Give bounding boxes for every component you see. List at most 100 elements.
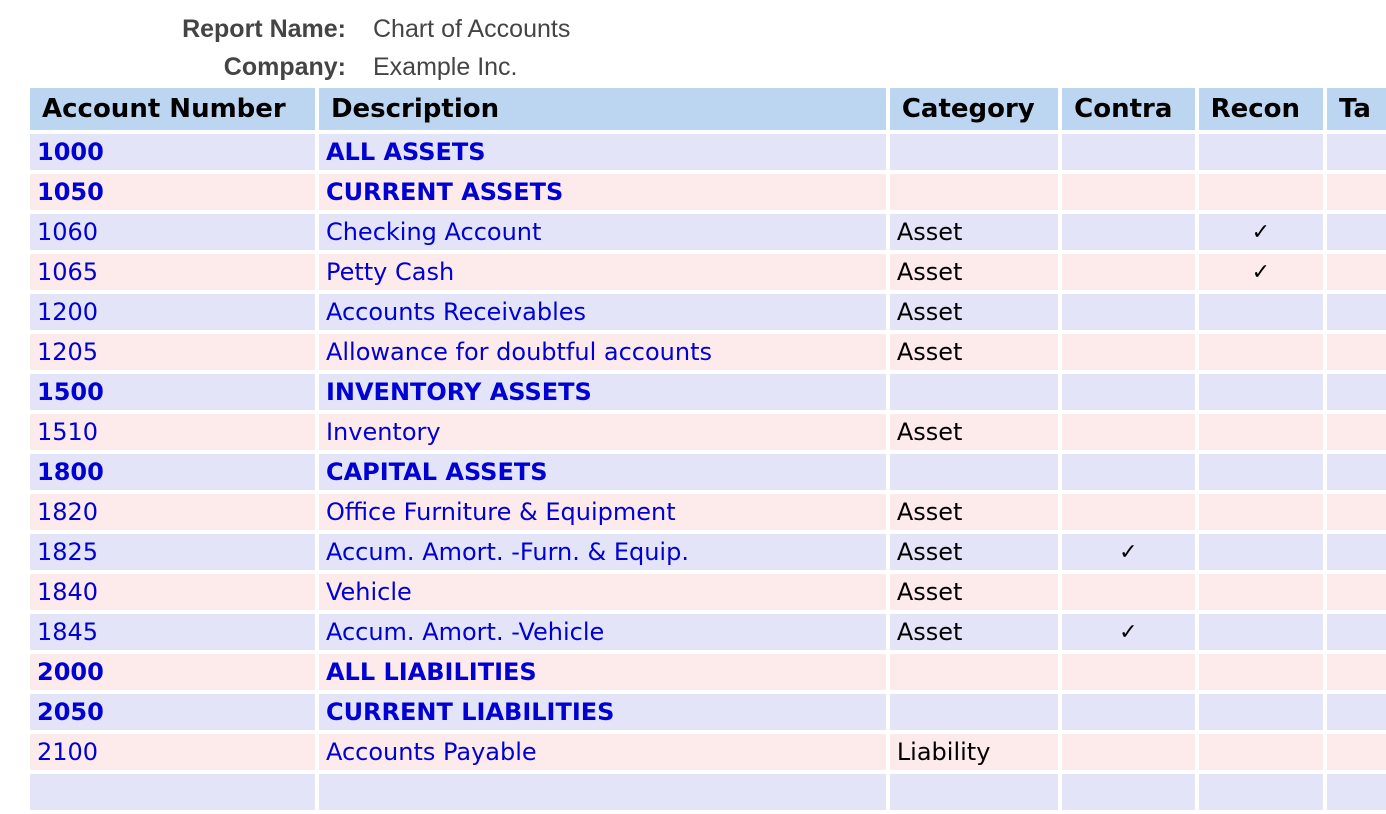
company-value: Example Inc. — [373, 52, 518, 81]
account-number-link[interactable]: 1820 — [30, 494, 315, 530]
account-number-link[interactable]: 1000 — [30, 134, 315, 170]
account-number-link[interactable]: 1510 — [30, 414, 315, 450]
table-row: 2050 CURRENT LIABILITIES — [30, 694, 1386, 730]
account-description-link[interactable]: Accounts Receivables — [318, 294, 886, 330]
account-description-link[interactable]: Office Furniture & Equipment — [318, 494, 886, 530]
tax-cell — [1327, 734, 1386, 770]
account-description-link[interactable]: Petty Cash — [318, 254, 886, 290]
tax-cell — [1327, 134, 1386, 170]
column-header-recon[interactable]: Recon — [1198, 88, 1323, 130]
account-number-link[interactable]: 1050 — [30, 174, 315, 210]
category-cell: Asset — [889, 494, 1059, 530]
tax-cell — [1327, 294, 1386, 330]
contra-cell — [1062, 774, 1195, 810]
category-cell: Asset — [889, 334, 1059, 370]
table-row: 1205 Allowance for doubtful accounts Asset — [30, 334, 1386, 370]
account-description-link[interactable] — [318, 774, 886, 810]
account-number-link[interactable]: 1845 — [30, 614, 315, 650]
category-cell — [889, 694, 1059, 730]
table-row: 1050 CURRENT ASSETS — [30, 174, 1386, 210]
category-cell — [889, 454, 1059, 490]
table-row: 1065 Petty Cash Asset ✓ — [30, 254, 1386, 290]
table-row: 1820 Office Furniture & Equipment Asset — [30, 494, 1386, 530]
account-number-link[interactable]: 1065 — [30, 254, 315, 290]
account-description-link[interactable]: ALL ASSETS — [318, 134, 886, 170]
contra-cell — [1062, 214, 1195, 250]
account-number-link[interactable]: 2050 — [30, 694, 315, 730]
account-description-link[interactable]: CURRENT ASSETS — [318, 174, 886, 210]
tax-cell — [1327, 614, 1386, 650]
category-cell: Asset — [889, 614, 1059, 650]
tax-cell — [1327, 494, 1386, 530]
recon-cell — [1198, 134, 1323, 170]
account-description-link[interactable]: ALL LIABILITIES — [318, 654, 886, 690]
contra-cell — [1062, 134, 1195, 170]
column-header-account-number[interactable]: Account Number — [30, 88, 315, 130]
account-description-link[interactable]: Accum. Amort. -Vehicle — [318, 614, 886, 650]
account-description-link[interactable]: CURRENT LIABILITIES — [318, 694, 886, 730]
category-cell — [889, 374, 1059, 410]
recon-cell — [1198, 774, 1323, 810]
recon-cell — [1198, 494, 1323, 530]
category-cell — [889, 774, 1059, 810]
account-number-link[interactable]: 1840 — [30, 574, 315, 610]
account-number-link[interactable]: 1200 — [30, 294, 315, 330]
recon-cell — [1198, 334, 1323, 370]
column-header-contra[interactable]: Contra — [1062, 88, 1195, 130]
recon-cell — [1198, 414, 1323, 450]
contra-cell — [1062, 654, 1195, 690]
report-name-value: Chart of Accounts — [373, 14, 571, 43]
category-cell: Asset — [889, 534, 1059, 570]
account-number-link[interactable]: 1800 — [30, 454, 315, 490]
contra-cell — [1062, 734, 1195, 770]
account-number-link[interactable]: 1825 — [30, 534, 315, 570]
report-header: Report Name: Chart of Accounts Company: … — [0, 10, 700, 86]
table-row: 1000 ALL ASSETS — [30, 134, 1386, 170]
category-cell — [889, 134, 1059, 170]
account-number-link[interactable] — [30, 774, 315, 810]
account-number-link[interactable]: 1500 — [30, 374, 315, 410]
account-description-link[interactable]: INVENTORY ASSETS — [318, 374, 886, 410]
category-cell: Asset — [889, 414, 1059, 450]
table-row: 1800 CAPITAL ASSETS — [30, 454, 1386, 490]
table-row: 1510 Inventory Asset — [30, 414, 1386, 450]
contra-cell — [1062, 294, 1195, 330]
account-description-link[interactable]: Vehicle — [318, 574, 886, 610]
account-description-link[interactable]: Allowance for doubtful accounts — [318, 334, 886, 370]
contra-cell — [1062, 574, 1195, 610]
account-description-link[interactable]: Accum. Amort. -Furn. & Equip. — [318, 534, 886, 570]
account-number-link[interactable]: 1205 — [30, 334, 315, 370]
table-row: 2100 Accounts Payable Liability — [30, 734, 1386, 770]
category-cell: Asset — [889, 574, 1059, 610]
account-number-link[interactable]: 1060 — [30, 214, 315, 250]
category-cell — [889, 654, 1059, 690]
column-header-tax[interactable]: Ta — [1327, 88, 1386, 130]
column-header-description[interactable]: Description — [318, 88, 886, 130]
category-cell: Asset — [889, 294, 1059, 330]
contra-cell — [1062, 254, 1195, 290]
recon-cell: ✓ — [1198, 214, 1323, 250]
account-description-link[interactable]: Accounts Payable — [318, 734, 886, 770]
contra-cell — [1062, 454, 1195, 490]
account-number-link[interactable]: 2000 — [30, 654, 315, 690]
contra-cell: ✓ — [1062, 534, 1195, 570]
tax-cell — [1327, 214, 1386, 250]
recon-cell — [1198, 614, 1323, 650]
recon-cell — [1198, 734, 1323, 770]
column-header-category[interactable]: Category — [889, 88, 1059, 130]
tax-cell — [1327, 774, 1386, 810]
table-body: 1000 ALL ASSETS 1050 CURRENT ASSETS 1060 Chec… — [30, 134, 1386, 810]
recon-cell — [1198, 294, 1323, 330]
contra-cell — [1062, 334, 1195, 370]
table-row — [30, 774, 1386, 810]
report-name-label: Report Name: — [182, 14, 346, 43]
account-description-link[interactable]: Checking Account — [318, 214, 886, 250]
recon-cell — [1198, 654, 1323, 690]
tax-cell — [1327, 374, 1386, 410]
account-number-link[interactable]: 2100 — [30, 734, 315, 770]
tax-cell — [1327, 654, 1386, 690]
account-description-link[interactable]: Inventory — [318, 414, 886, 450]
account-description-link[interactable]: CAPITAL ASSETS — [318, 454, 886, 490]
contra-cell: ✓ — [1062, 614, 1195, 650]
table-row: 2000 ALL LIABILITIES — [30, 654, 1386, 690]
